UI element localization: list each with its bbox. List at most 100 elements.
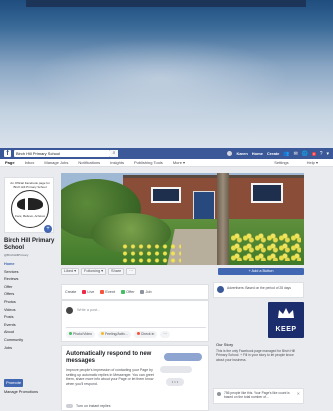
notifications-icon[interactable]: 🌐 bbox=[302, 151, 308, 157]
tab-live-label: Live bbox=[87, 290, 95, 294]
tab-event-label: Event bbox=[105, 290, 116, 294]
badger-icon bbox=[17, 198, 43, 210]
tab-manage-jobs[interactable]: Manage Jobs bbox=[44, 160, 68, 165]
more-options-button[interactable]: ··· bbox=[126, 267, 136, 275]
tab-page[interactable]: Page bbox=[5, 160, 15, 165]
cover-photo[interactable] bbox=[61, 173, 304, 265]
left-nav-item[interactable]: About bbox=[4, 329, 54, 337]
left-nav-item[interactable]: Photos bbox=[4, 299, 54, 307]
crown-icon bbox=[278, 308, 294, 318]
page-title[interactable]: Birch Hill Primary School bbox=[4, 238, 58, 252]
tab-publishing-tools[interactable]: Publishing Tools bbox=[134, 160, 163, 165]
cover-window bbox=[151, 187, 181, 203]
chat-bubble-illustration bbox=[160, 366, 192, 373]
tab-create[interactable]: Create bbox=[65, 290, 76, 294]
chip-label: Feeling/Activ... bbox=[105, 332, 128, 336]
tab-offer[interactable]: Offer bbox=[121, 290, 134, 294]
tab-insights[interactable]: Insights bbox=[110, 160, 124, 165]
cover-flowers bbox=[121, 243, 181, 263]
tab-inbox[interactable]: Inbox bbox=[25, 160, 35, 165]
promote-button[interactable]: Promote bbox=[4, 379, 23, 387]
update-photo-icon[interactable]: + bbox=[44, 225, 52, 233]
tab-job[interactable]: Job bbox=[140, 290, 152, 294]
messages-icon[interactable]: ✉ bbox=[294, 151, 298, 157]
left-nav-item[interactable]: Offer bbox=[4, 284, 54, 292]
tab-help[interactable]: Help ▾ bbox=[307, 160, 318, 165]
cover-window bbox=[251, 183, 283, 203]
cover-door bbox=[193, 191, 215, 221]
tab-create-label: Create bbox=[65, 290, 77, 294]
search-icon[interactable]: ⌕ bbox=[110, 150, 118, 157]
desktop-background bbox=[0, 0, 333, 148]
chat-bubble-illustration bbox=[164, 353, 202, 361]
page-action-row: Liked ▾ Following ▾ Share ··· + Add a Bu… bbox=[61, 267, 304, 275]
screen-glare bbox=[30, 38, 290, 118]
left-nav-item[interactable]: Reviews bbox=[4, 276, 54, 284]
search-input[interactable]: Birch Hill Primary School bbox=[14, 150, 110, 157]
live-icon bbox=[82, 290, 87, 294]
advertiser-card: Advertisers: Based on the period of 28 d… bbox=[213, 282, 304, 298]
liked-button[interactable]: Liked ▾ bbox=[61, 267, 80, 275]
instant-replies-label: Turn on instant replies bbox=[76, 404, 111, 408]
help-icon[interactable]: ? bbox=[320, 151, 323, 157]
feeling-activity-button[interactable]: Feeling/Activ... bbox=[98, 331, 131, 338]
tab-settings[interactable]: Settings bbox=[274, 160, 288, 165]
tab-notifications[interactable]: Notifications bbox=[78, 160, 100, 165]
create-link[interactable]: Create bbox=[267, 151, 279, 156]
left-nav-item[interactable]: Services bbox=[4, 269, 54, 277]
tab-event[interactable]: Event bbox=[100, 290, 115, 294]
check-in-button[interactable]: Check in bbox=[133, 331, 158, 338]
advertiser-text: Advertisers: Based on the period of 28 d… bbox=[227, 286, 291, 290]
instant-replies-toggle[interactable] bbox=[66, 404, 73, 408]
menu-icon[interactable]: ▾ bbox=[326, 151, 329, 157]
manage-promotions-link[interactable]: Manage Promotions bbox=[4, 390, 38, 394]
tab-live[interactable]: Live bbox=[82, 290, 94, 294]
page-navigation: Page Inbox Manage Jobs Notifications Ins… bbox=[0, 159, 333, 167]
offer-icon bbox=[121, 290, 126, 294]
facebook-page-screen: f Birch Hill Primary School ⌕ Karen Home… bbox=[0, 148, 333, 411]
facebook-logo-icon[interactable]: f bbox=[4, 150, 11, 157]
monitor-bezel bbox=[26, 0, 306, 7]
notification-badge: 9 bbox=[312, 151, 316, 156]
add-button[interactable]: + Add a Button bbox=[218, 267, 304, 275]
post-input[interactable]: Write a post... bbox=[77, 308, 100, 312]
photo-video-button[interactable]: Photo/Video bbox=[66, 331, 96, 338]
user-avatar[interactable] bbox=[227, 151, 233, 156]
cover-tree bbox=[217, 173, 229, 265]
job-icon bbox=[140, 290, 145, 294]
left-nav-item[interactable]: Events bbox=[4, 322, 54, 330]
left-nav: Home Services Reviews Offer Offers Photo… bbox=[4, 261, 54, 352]
profile-picture[interactable]: An Official Facebook page for Birch Hill… bbox=[4, 177, 54, 233]
left-nav-item[interactable]: Offers bbox=[4, 291, 54, 299]
tab-more[interactable]: More ▾ bbox=[173, 160, 185, 165]
event-icon bbox=[100, 290, 105, 294]
advertiser-icon bbox=[217, 286, 224, 293]
left-nav-item[interactable]: Community bbox=[4, 337, 54, 345]
share-button[interactable]: Share bbox=[108, 267, 125, 275]
page-handle[interactable]: @BirchHillPrimary bbox=[4, 253, 28, 257]
typing-indicator: • • • bbox=[166, 378, 184, 386]
profile-link[interactable]: Karen bbox=[236, 151, 247, 156]
left-nav-item[interactable]: Posts bbox=[4, 314, 54, 322]
friends-icon[interactable]: 👥 bbox=[283, 151, 289, 157]
auto-response-card: Automatically respond to new messages Im… bbox=[61, 345, 209, 411]
left-nav-item[interactable]: Videos bbox=[4, 307, 54, 315]
following-button[interactable]: Following ▾ bbox=[81, 267, 107, 275]
our-story-section: Our Story This is the only Facebook page… bbox=[213, 340, 304, 386]
more-chip-button[interactable]: ··· bbox=[160, 331, 170, 338]
page-avatar bbox=[66, 307, 73, 314]
our-story-text[interactable]: This is the only Facebook page managed f… bbox=[216, 349, 302, 362]
instant-replies-row[interactable]: Turn on instant replies bbox=[66, 404, 111, 408]
likes-info-text: 756 people like this. Your Page's like c… bbox=[224, 391, 290, 400]
chip-label: Photo/Video bbox=[73, 332, 93, 336]
left-nav-item[interactable]: Home bbox=[4, 261, 54, 269]
likes-info-card: 756 people like this. Your Page's like c… bbox=[213, 388, 304, 404]
composer-divider bbox=[66, 327, 206, 328]
close-icon[interactable]: ✕ bbox=[297, 391, 300, 396]
left-nav-item[interactable]: Jobs bbox=[4, 345, 54, 353]
home-link[interactable]: Home bbox=[252, 151, 263, 156]
keep-label: KEEP bbox=[275, 326, 297, 333]
composer-tabs: Create Live Event Offer Job bbox=[61, 284, 209, 300]
profile-caption: An Official Facebook page for Birch Hill… bbox=[10, 181, 50, 189]
keep-calm-image[interactable]: KEEP bbox=[268, 302, 304, 338]
